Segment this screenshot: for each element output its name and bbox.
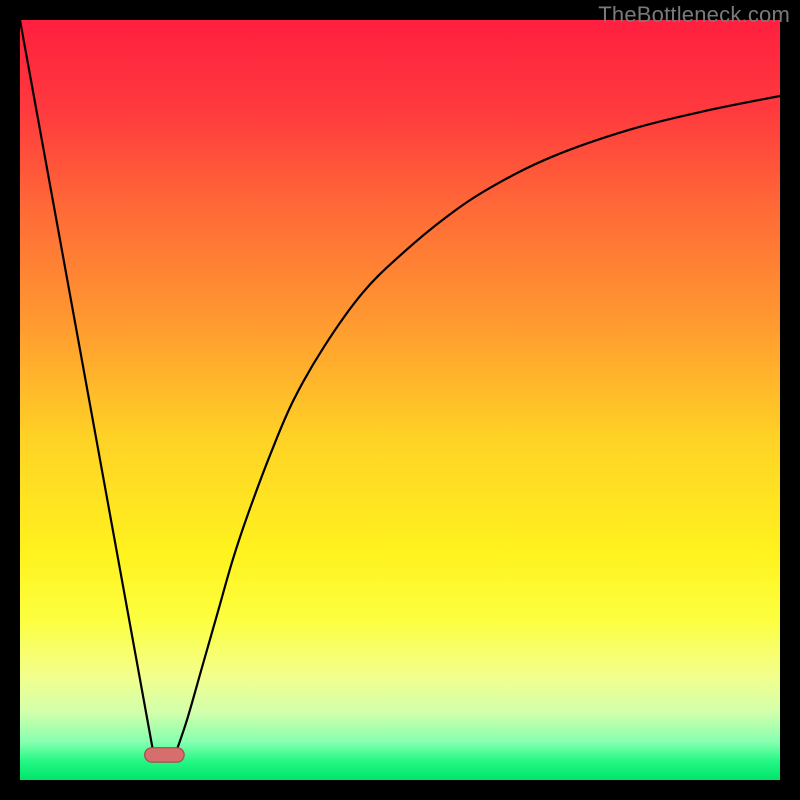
chart-frame: TheBottleneck.com [0,0,800,800]
gradient-background [20,20,780,780]
marker-layer [145,748,185,762]
watermark-text: TheBottleneck.com [598,2,790,28]
plot-area [20,20,780,780]
min-marker [145,748,185,762]
chart-svg [20,20,780,780]
